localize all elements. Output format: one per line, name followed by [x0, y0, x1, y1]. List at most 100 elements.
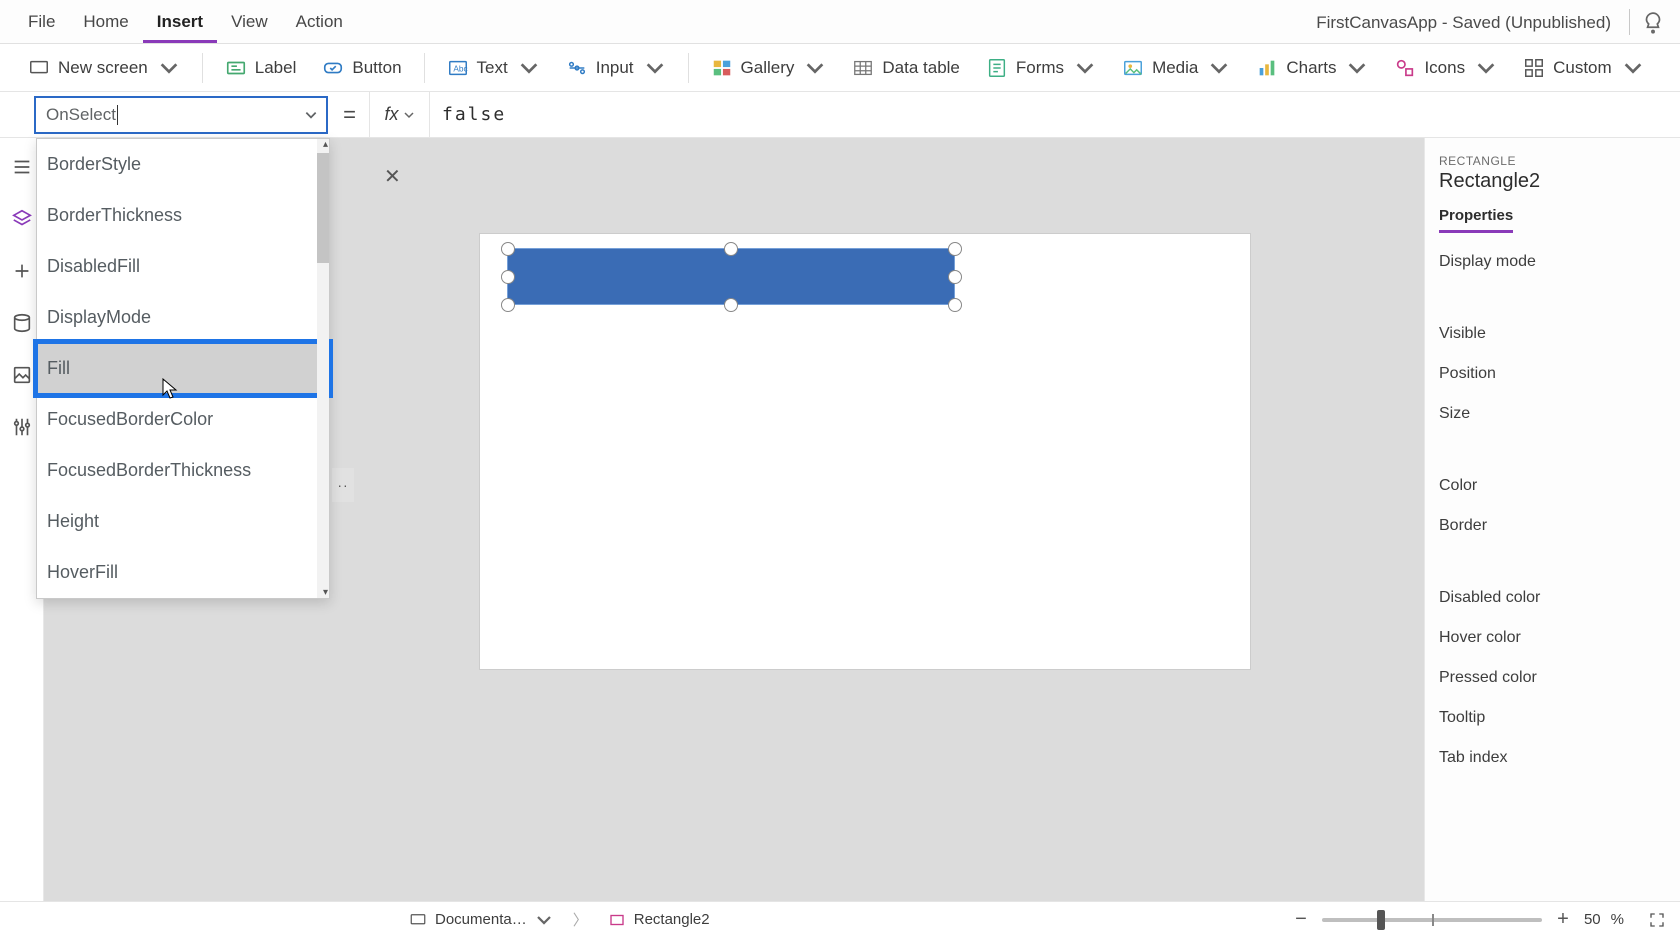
media-panel-icon[interactable]: [11, 364, 33, 386]
tab-view[interactable]: View: [217, 2, 282, 43]
data-table-label: Data table: [882, 58, 960, 78]
app-title: FirstCanvasApp - Saved (Unpublished): [1308, 3, 1619, 43]
chevron-down-icon: [1208, 57, 1230, 79]
layers-icon[interactable]: [11, 208, 33, 230]
insert-text-button[interactable]: Abc Text: [437, 51, 550, 85]
selection-handle[interactable]: [948, 298, 962, 312]
tools-icon[interactable]: [11, 416, 33, 438]
dropdown-item[interactable]: HoverFill: [37, 547, 329, 598]
selection-crumb[interactable]: Rectangle2: [598, 907, 720, 933]
properties-tab[interactable]: Properties: [1439, 207, 1513, 233]
insert-icons-button[interactable]: Icons: [1384, 51, 1507, 85]
equals-sign: =: [330, 92, 370, 137]
data-icon[interactable]: [11, 312, 33, 334]
app-checker-icon[interactable]: [1640, 11, 1666, 37]
media-icon: [1122, 57, 1144, 79]
label-icon: [225, 57, 247, 79]
zoom-slider-thumb[interactable]: [1377, 910, 1385, 930]
selection-handle[interactable]: [724, 242, 738, 256]
dropdown-item[interactable]: DisplayMode: [37, 292, 329, 343]
scroll-down-icon[interactable]: ▾: [323, 587, 328, 598]
tab-insert[interactable]: Insert: [143, 2, 217, 43]
media-label: Media: [1152, 58, 1198, 78]
selection-handle[interactable]: [724, 298, 738, 312]
property-row[interactable]: Visible: [1439, 325, 1680, 343]
menubar: File Home Insert View Action FirstCanvas…: [0, 0, 1680, 44]
property-row[interactable]: Color: [1439, 477, 1680, 495]
forms-label: Forms: [1016, 58, 1064, 78]
gallery-label: Gallery: [741, 58, 795, 78]
property-row[interactable]: Size: [1439, 405, 1680, 423]
dropdown-item[interactable]: Height: [37, 496, 329, 547]
breadcrumb-separator: 〉: [573, 909, 588, 930]
insert-gallery-button[interactable]: Gallery: [701, 51, 837, 85]
dropdown-item[interactable]: FocusedBorderThickness: [37, 445, 329, 496]
zoom-out-button[interactable]: −: [1290, 909, 1312, 931]
insert-icon[interactable]: [11, 260, 33, 282]
property-row[interactable]: Pressed color: [1439, 669, 1680, 687]
svg-text:Abc: Abc: [453, 64, 467, 73]
zoom-slider[interactable]: [1322, 918, 1542, 922]
selection-handle[interactable]: [948, 270, 962, 284]
formula-input[interactable]: false: [430, 92, 1680, 137]
rectangle-shape[interactable]: [508, 249, 954, 304]
zoom-in-button[interactable]: +: [1552, 909, 1574, 931]
dropdown-item[interactable]: BorderThickness: [37, 190, 329, 241]
screen-crumb-label: Documenta…: [435, 911, 527, 928]
tab-file[interactable]: File: [14, 2, 69, 43]
chevron-down-icon: [535, 911, 553, 929]
dropdown-item[interactable]: BorderStyle: [37, 139, 329, 190]
property-row[interactable]: Display mode: [1439, 253, 1680, 271]
selection-handle[interactable]: [501, 270, 515, 284]
property-dropdown: ▴ ▾ BorderStyle BorderThickness Disabled…: [36, 138, 330, 599]
screen-icon: [409, 911, 427, 929]
property-row[interactable]: Hover color: [1439, 629, 1680, 647]
dropdown-item[interactable]: DisabledFill: [37, 241, 329, 292]
selection-handle[interactable]: [948, 242, 962, 256]
tree-view-icon[interactable]: [11, 156, 33, 178]
scrollbar-thumb[interactable]: [317, 153, 329, 263]
chevron-down-icon: [158, 57, 180, 79]
pane-expander[interactable]: ··: [332, 468, 354, 502]
chevron-down-icon[interactable]: [304, 108, 318, 122]
close-icon[interactable]: ✕: [384, 164, 401, 189]
fx-label: fx: [384, 104, 398, 125]
dropdown-item-highlighted[interactable]: Fill: [37, 343, 329, 394]
insert-data-table-button[interactable]: Data table: [842, 51, 970, 85]
new-screen-button[interactable]: New screen: [18, 51, 190, 85]
label-text: Label: [255, 58, 297, 78]
screen-crumb[interactable]: Documenta…: [399, 907, 563, 933]
tab-home[interactable]: Home: [69, 2, 142, 43]
chevron-down-icon: [403, 109, 415, 121]
zoom-percent: 50: [1584, 911, 1601, 928]
rectangle-icon: [608, 911, 626, 929]
property-row[interactable]: Position: [1439, 365, 1680, 383]
zoom-unit: %: [1611, 911, 1624, 928]
property-row[interactable]: Tooltip: [1439, 709, 1680, 727]
fx-button[interactable]: fx: [370, 92, 430, 137]
property-row[interactable]: Tab index: [1439, 749, 1680, 767]
insert-label-button[interactable]: Label: [215, 51, 307, 85]
fit-to-window-icon[interactable]: [1648, 911, 1666, 929]
property-row[interactable]: Border: [1439, 517, 1680, 535]
selection-handle[interactable]: [501, 242, 515, 256]
insert-media-button[interactable]: Media: [1112, 51, 1240, 85]
insert-charts-button[interactable]: Charts: [1246, 51, 1378, 85]
selection-handle[interactable]: [501, 298, 515, 312]
insert-forms-button[interactable]: Forms: [976, 51, 1106, 85]
insert-button-button[interactable]: Button: [312, 51, 411, 85]
insert-input-button[interactable]: Input: [556, 51, 676, 85]
input-label: Input: [596, 58, 634, 78]
property-row[interactable]: Disabled color: [1439, 589, 1680, 607]
chevron-down-icon: [1074, 57, 1096, 79]
tab-action[interactable]: Action: [282, 2, 357, 43]
button-icon: [322, 57, 344, 79]
text-icon: Abc: [447, 57, 469, 79]
selection-type-label: RECTANGLE: [1439, 154, 1680, 168]
charts-label: Charts: [1286, 58, 1336, 78]
property-selector[interactable]: OnSelect: [34, 96, 328, 134]
canvas-page[interactable]: [480, 234, 1250, 669]
scroll-up-icon[interactable]: ▴: [323, 139, 328, 150]
dropdown-item[interactable]: FocusedBorderColor: [37, 394, 329, 445]
insert-custom-button[interactable]: Custom: [1513, 51, 1654, 85]
